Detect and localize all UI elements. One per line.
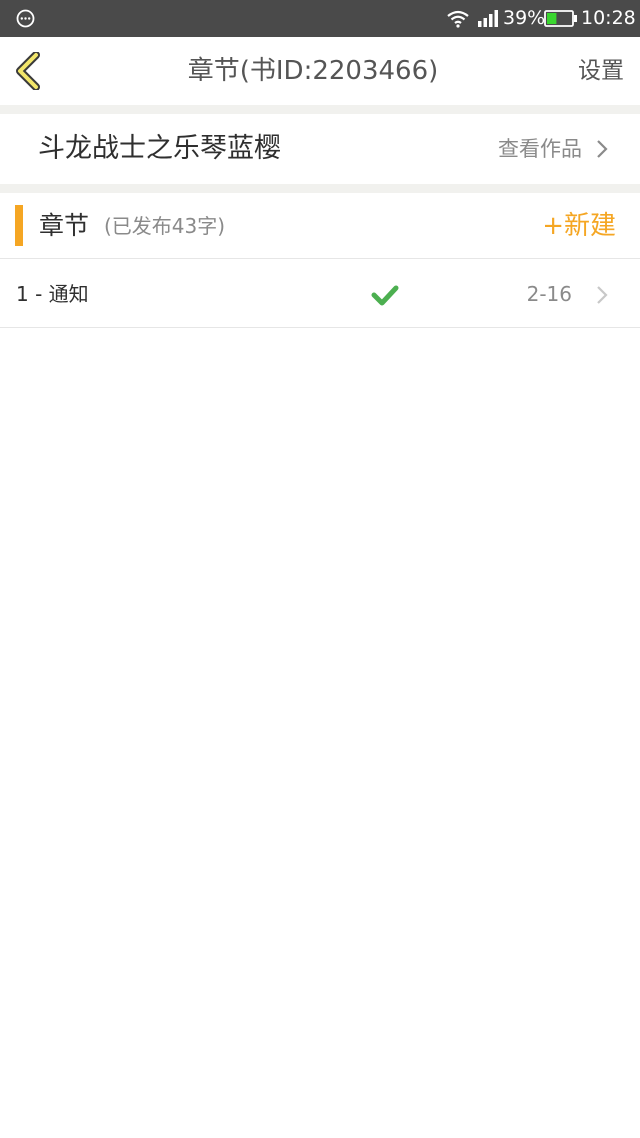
page-title: 章节(书ID:2203466) xyxy=(187,56,439,86)
chapter-date: 2-16 xyxy=(526,282,572,306)
chapter-row[interactable]: 1 - 通知 2-16 xyxy=(0,260,640,328)
book-row[interactable]: 斗龙战士之乐琴蓝樱 查看作品 xyxy=(0,114,640,184)
battery-percent: 39% xyxy=(503,7,546,29)
settings-button[interactable]: 设置 xyxy=(578,37,624,105)
signal-icon xyxy=(478,10,498,27)
chevron-right-icon xyxy=(597,140,608,158)
status-bar: 39% 10:28 xyxy=(0,0,640,37)
new-chapter-button[interactable]: +新建 xyxy=(542,193,616,259)
book-title: 斗龙战士之乐琴蓝樱 xyxy=(38,133,281,164)
chapter-name: 1 - 通知 xyxy=(16,282,89,306)
view-works-link[interactable]: 查看作品 xyxy=(498,114,582,184)
section-title: 章节 xyxy=(39,211,90,240)
divider xyxy=(0,105,640,114)
check-icon xyxy=(371,285,399,306)
battery-icon xyxy=(544,10,577,27)
wifi-icon xyxy=(447,10,469,28)
clock: 10:28 xyxy=(581,7,636,29)
section-subtitle: (已发布43字) xyxy=(104,214,226,238)
divider xyxy=(0,184,640,193)
chat-icon xyxy=(16,9,35,28)
chevron-right-icon xyxy=(597,286,608,304)
accent-bar xyxy=(15,205,23,246)
chapters-section-header: 章节 (已发布43字) +新建 xyxy=(0,193,640,259)
app-header: 章节(书ID:2203466) 设置 xyxy=(0,37,640,105)
chevron-left-icon[interactable] xyxy=(14,52,44,90)
